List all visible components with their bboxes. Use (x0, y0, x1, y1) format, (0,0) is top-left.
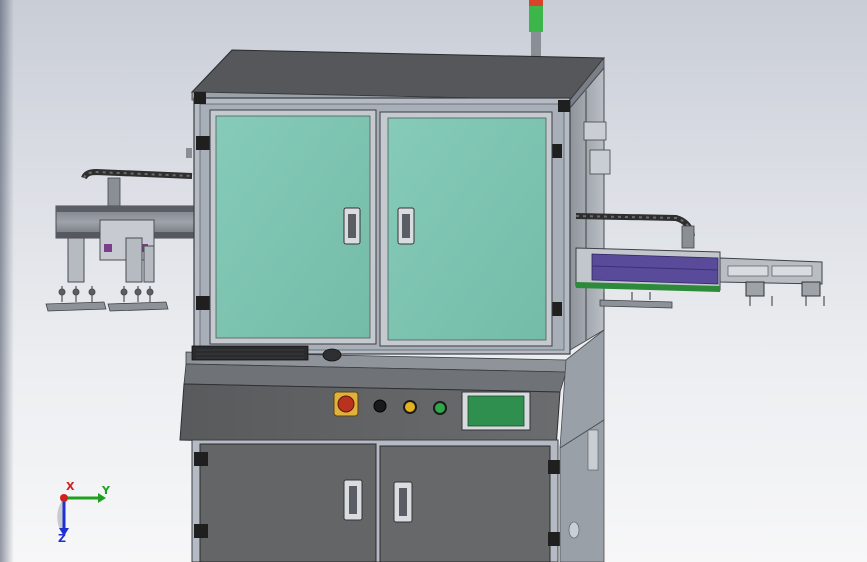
left-base-plates (45, 301, 169, 312)
lower-left-door-handle[interactable] (343, 479, 363, 521)
left-conveyor-module[interactable] (45, 168, 197, 312)
mouse-icon[interactable] (322, 348, 342, 362)
black-button[interactable] (373, 399, 387, 413)
right-base-plate (599, 299, 673, 309)
yellow-button[interactable] (403, 400, 417, 414)
axis-x-label: X (66, 480, 75, 493)
axis-y-label: Y (101, 484, 111, 497)
green-button[interactable] (433, 401, 447, 415)
axis-z-label: Z (58, 532, 66, 545)
emergency-stop-icon[interactable] (333, 391, 359, 417)
right-glass-door[interactable] (379, 111, 553, 347)
right-conveyor-module[interactable] (575, 213, 825, 309)
cad-viewport[interactable]: X Y Z (0, 0, 867, 562)
hmi-screen-icon[interactable] (461, 391, 531, 431)
cabinet-side-frame (569, 66, 611, 351)
lower-right-door-handle[interactable] (393, 481, 413, 523)
left-glass-door[interactable] (209, 109, 377, 345)
coordinate-triad: X Y Z (57, 480, 111, 545)
